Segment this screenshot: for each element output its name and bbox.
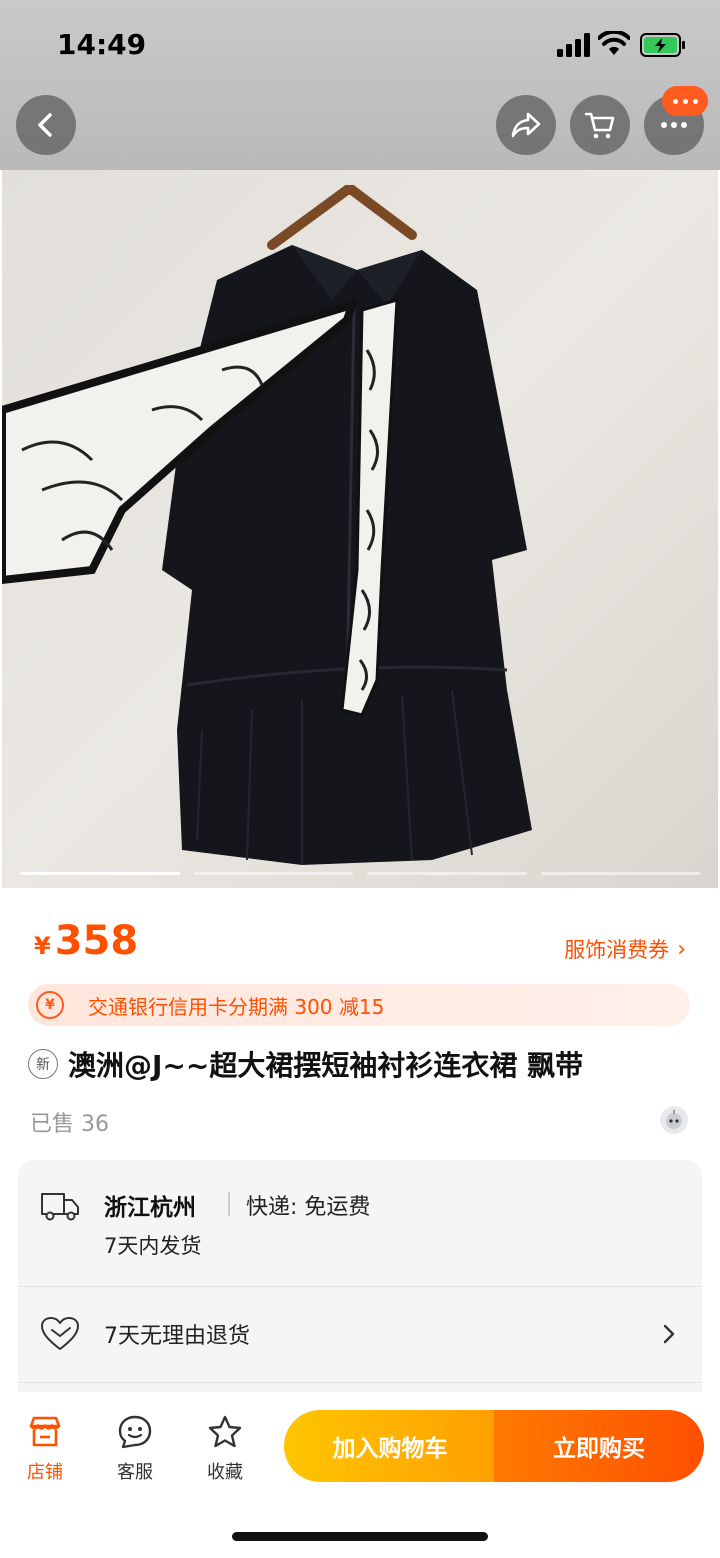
status-time: 14:49 (57, 28, 147, 61)
new-badge: 新 (28, 1049, 58, 1079)
separator (228, 1192, 230, 1216)
gallery-dot[interactable] (540, 872, 700, 875)
divider (18, 1382, 702, 1383)
yen-coin-icon: ¥ (36, 991, 64, 1019)
shop-tab[interactable]: 店铺 (15, 1414, 75, 1484)
add-to-cart-button[interactable]: 加入购物车 (284, 1410, 496, 1482)
buy-now-button[interactable]: 立即购买 (494, 1410, 704, 1482)
currency-symbol: ¥ (34, 932, 51, 960)
sold-count: 已售 36 (30, 1112, 109, 1137)
return-policy[interactable]: 7天无理由退货 (104, 1318, 250, 1350)
cart-button[interactable] (570, 95, 630, 155)
dispatch-time: 7天内发货 (104, 1234, 202, 1258)
product-title: 新 澳洲@J~~超大裙摆短袖衬衫连衣裙 飘带 (28, 1044, 583, 1084)
wifi-icon (598, 31, 630, 55)
divider (18, 1286, 702, 1287)
dress-illustration (2, 170, 718, 888)
coupon-link-label: 服饰消费券 (564, 938, 670, 962)
shop-tab-label: 店铺 (27, 1462, 63, 1483)
gallery-dot[interactable] (193, 872, 353, 875)
avatar[interactable] (660, 1106, 688, 1134)
signal-icon (557, 33, 590, 57)
share-arrow-icon (511, 112, 541, 138)
chat-face-icon (118, 1415, 152, 1449)
share-button[interactable] (496, 95, 556, 155)
heart-shield-icon (41, 1317, 79, 1350)
promo-banner[interactable]: ¥ 交通银行信用卡分期满 300 减15 (28, 984, 690, 1026)
cart-icon (584, 112, 615, 139)
favorite-tab-label: 收藏 (207, 1462, 243, 1483)
price-value: 358 (54, 918, 139, 964)
chevron-left-icon (38, 113, 52, 137)
message-badge[interactable] (662, 86, 708, 116)
home-indicator[interactable] (232, 1532, 488, 1541)
coupon-link[interactable]: 服饰消费券 › (564, 934, 686, 964)
gallery-indicator (20, 872, 700, 876)
back-button[interactable] (16, 95, 76, 155)
star-icon (208, 1415, 242, 1448)
ship-from-location: 浙江杭州 (104, 1195, 196, 1221)
gallery-dot[interactable] (367, 872, 527, 875)
chevron-right-icon: › (677, 936, 686, 962)
customer-service-tab[interactable]: 客服 (105, 1414, 165, 1484)
promo-text: 交通银行信用卡分期满 300 减15 (88, 994, 385, 1019)
product-image[interactable] (2, 170, 718, 888)
store-icon (29, 1416, 61, 1447)
price: ¥ 358 (34, 918, 138, 964)
product-title-text: 澳洲@J~~超大裙摆短袖衬衫连衣裙 飘带 (68, 1049, 584, 1082)
gallery-dot-active[interactable] (20, 872, 180, 875)
favorite-tab[interactable]: 收藏 (195, 1414, 255, 1484)
service-tab-label: 客服 (117, 1462, 153, 1483)
robot-avatar-icon (666, 1110, 682, 1129)
chevron-right-icon[interactable] (662, 1322, 676, 1346)
delivery-truck-icon (41, 1193, 79, 1221)
shipping-fee: 快递: 免运费 (246, 1195, 371, 1220)
battery-charging-icon (640, 33, 685, 57)
